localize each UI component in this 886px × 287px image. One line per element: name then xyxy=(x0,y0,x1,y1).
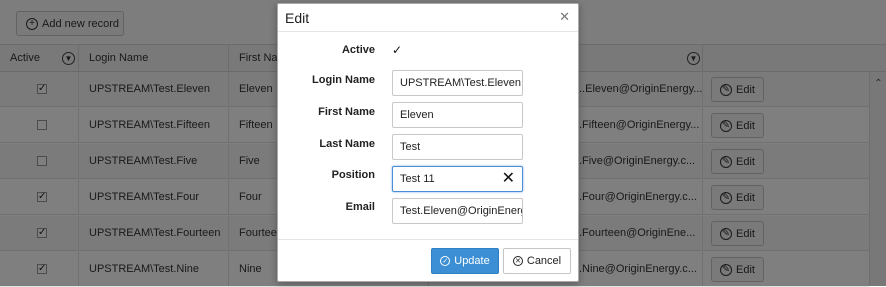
first-name-label: First Name xyxy=(318,106,375,118)
position-value: Test 11 xyxy=(400,173,435,185)
email-field[interactable]: Test.Eleven@OriginEnergy xyxy=(392,198,523,224)
cancel-label: Cancel xyxy=(526,255,562,267)
first-name-value: Eleven xyxy=(400,109,434,121)
cancel-circle-icon: ✕ xyxy=(512,256,523,266)
update-button[interactable]: ✓ Update xyxy=(431,248,499,274)
last-name-field[interactable]: Test xyxy=(392,134,523,160)
active-label: Active xyxy=(341,44,375,56)
dialog-footer: ✓ Update ✕ Cancel xyxy=(278,239,578,282)
login-name-label: Login Name xyxy=(312,74,375,86)
login-name-field[interactable]: UPSTREAM\Test.Eleven xyxy=(392,70,523,96)
edit-dialog: Edit ✕ Active ✓ Login Name UPSTREAM\Test… xyxy=(277,3,579,282)
cancel-button[interactable]: ✕ Cancel xyxy=(503,248,571,274)
dialog-titlebar: Edit ✕ xyxy=(278,4,578,32)
active-checkbox[interactable]: ✓ xyxy=(392,44,402,56)
email-label: Email xyxy=(345,201,375,213)
clear-icon[interactable]: ✕ xyxy=(502,169,515,189)
dialog-title: Edit xyxy=(285,10,310,26)
last-name-label: Last Name xyxy=(319,138,375,150)
check-circle-icon: ✓ xyxy=(440,256,451,266)
update-label: Update xyxy=(454,255,490,267)
last-name-value: Test xyxy=(400,141,421,153)
position-label: Position xyxy=(331,169,375,181)
email-value: Test.Eleven@OriginEnergy xyxy=(400,205,523,217)
close-icon[interactable]: ✕ xyxy=(559,10,570,24)
first-name-field[interactable]: Eleven xyxy=(392,102,523,128)
login-name-value: UPSTREAM\Test.Eleven xyxy=(400,77,522,89)
position-field[interactable]: Test 11 ✕ xyxy=(392,166,523,192)
